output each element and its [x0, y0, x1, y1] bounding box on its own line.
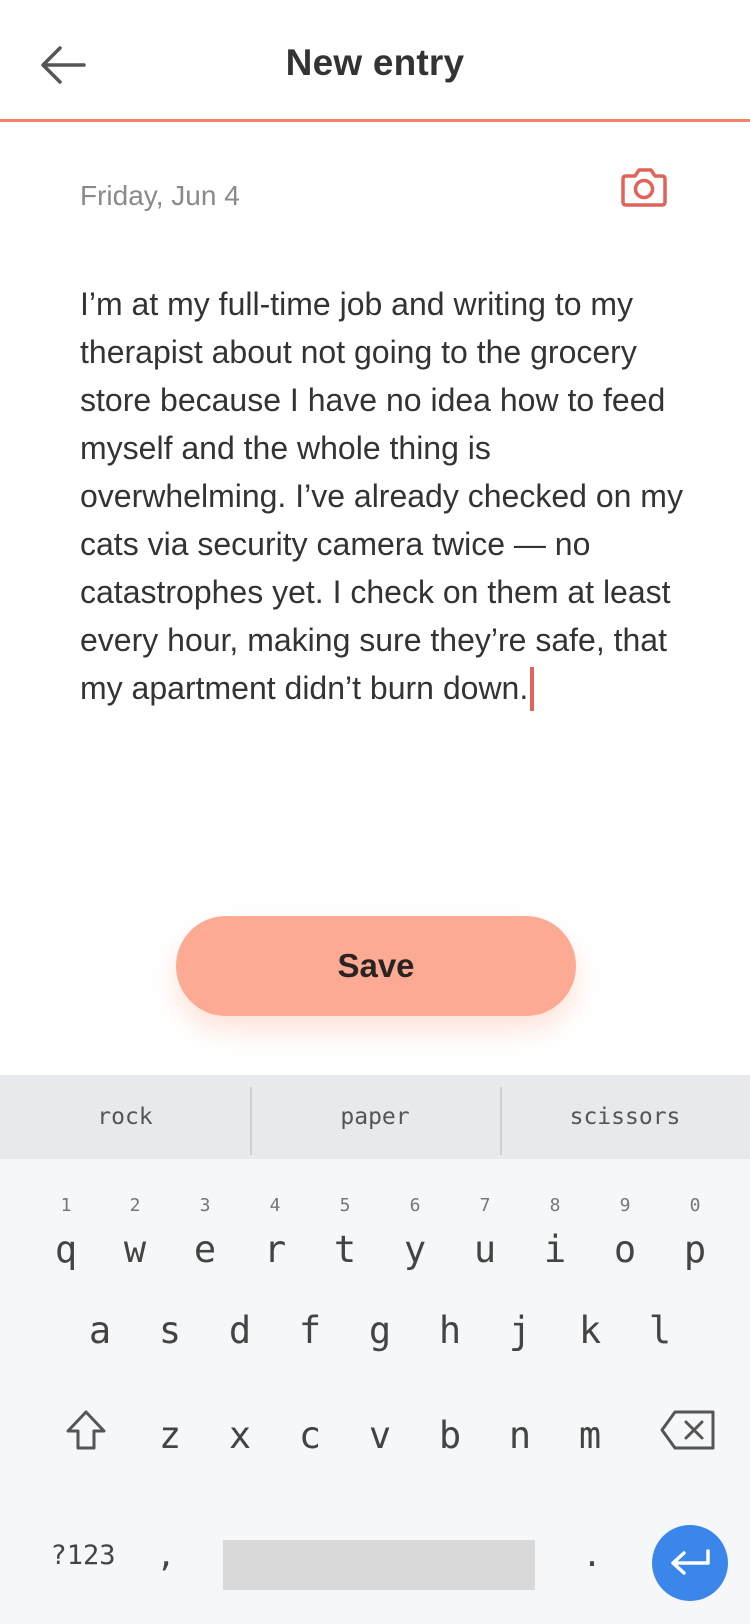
key-g[interactable]: g: [350, 1285, 410, 1375]
text-caret: [530, 667, 535, 711]
key-hint: 2: [129, 1195, 141, 1216]
key-m[interactable]: m: [560, 1390, 620, 1480]
key-d[interactable]: d: [210, 1285, 270, 1375]
key-hint: 8: [549, 1195, 561, 1216]
key-t[interactable]: 5t: [315, 1193, 375, 1273]
page-title: New entry: [285, 42, 465, 83]
key-v[interactable]: v: [350, 1390, 410, 1480]
key-hint: 9: [619, 1195, 631, 1216]
key-n[interactable]: n: [490, 1390, 550, 1480]
key-k[interactable]: k: [560, 1285, 620, 1375]
key-label: r: [263, 1227, 287, 1271]
key-u[interactable]: 7u: [455, 1193, 515, 1273]
suggestion-scissors[interactable]: scissors: [500, 1075, 750, 1159]
key-hint: 6: [409, 1195, 421, 1216]
key-label: p: [683, 1227, 707, 1271]
comma-key[interactable]: ,: [146, 1525, 186, 1585]
backspace-icon: [660, 1410, 715, 1450]
key-label: i: [543, 1227, 567, 1271]
key-label: y: [403, 1227, 427, 1271]
entry-text-area[interactable]: I’m at my full-time job and writing to m…: [80, 280, 700, 712]
key-hint: 0: [689, 1195, 701, 1216]
key-label: o: [613, 1227, 637, 1271]
suggestion-paper[interactable]: paper: [250, 1075, 500, 1159]
key-hint: 1: [60, 1195, 72, 1216]
suggestion-rock[interactable]: rock: [0, 1075, 250, 1159]
key-z[interactable]: z: [140, 1390, 200, 1480]
key-label: e: [193, 1227, 217, 1271]
key-label: w: [123, 1227, 147, 1271]
save-button[interactable]: Save: [176, 916, 576, 1016]
key-o[interactable]: 9o: [595, 1193, 655, 1273]
key-label: q: [54, 1227, 78, 1271]
shift-icon: [66, 1410, 106, 1450]
key-label: u: [473, 1227, 497, 1271]
key-q[interactable]: 1q: [36, 1193, 96, 1273]
backspace-key[interactable]: [650, 1385, 726, 1475]
symbols-key[interactable]: ?123: [40, 1525, 126, 1585]
key-r[interactable]: 4r: [245, 1193, 305, 1273]
key-a[interactable]: a: [70, 1285, 130, 1375]
camera-button[interactable]: [620, 166, 670, 210]
key-y[interactable]: 6y: [385, 1193, 445, 1273]
key-hint: 5: [339, 1195, 351, 1216]
key-c[interactable]: c: [280, 1390, 340, 1480]
shift-key[interactable]: [56, 1385, 116, 1475]
key-h[interactable]: h: [420, 1285, 480, 1375]
key-w[interactable]: 2w: [105, 1193, 165, 1273]
key-b[interactable]: b: [420, 1390, 480, 1480]
key-p[interactable]: 0p: [665, 1193, 725, 1273]
period-key[interactable]: .: [572, 1525, 612, 1585]
key-j[interactable]: j: [490, 1285, 550, 1375]
key-e[interactable]: 3e: [175, 1193, 235, 1273]
camera-icon: [621, 168, 667, 207]
key-hint: 4: [269, 1195, 281, 1216]
suggestion-strip: rock paper scissors: [0, 1075, 750, 1159]
enter-key[interactable]: [652, 1525, 728, 1601]
key-f[interactable]: f: [280, 1285, 340, 1375]
on-screen-keyboard: rock paper scissors 1q 2w 3e 4r 5t 6y 7u…: [0, 1075, 750, 1624]
key-hint: 3: [199, 1195, 211, 1216]
entry-text: I’m at my full-time job and writing to m…: [80, 286, 683, 706]
key-i[interactable]: 8i: [525, 1193, 585, 1273]
key-hint: 7: [479, 1195, 491, 1216]
entry-date: Friday, Jun 4: [80, 180, 240, 211]
key-x[interactable]: x: [210, 1390, 270, 1480]
key-l[interactable]: l: [630, 1285, 690, 1375]
enter-icon: [671, 1549, 710, 1575]
key-s[interactable]: s: [140, 1285, 200, 1375]
key-label: t: [333, 1227, 357, 1271]
app-header: New entry: [0, 0, 750, 122]
spacebar[interactable]: [223, 1540, 535, 1590]
